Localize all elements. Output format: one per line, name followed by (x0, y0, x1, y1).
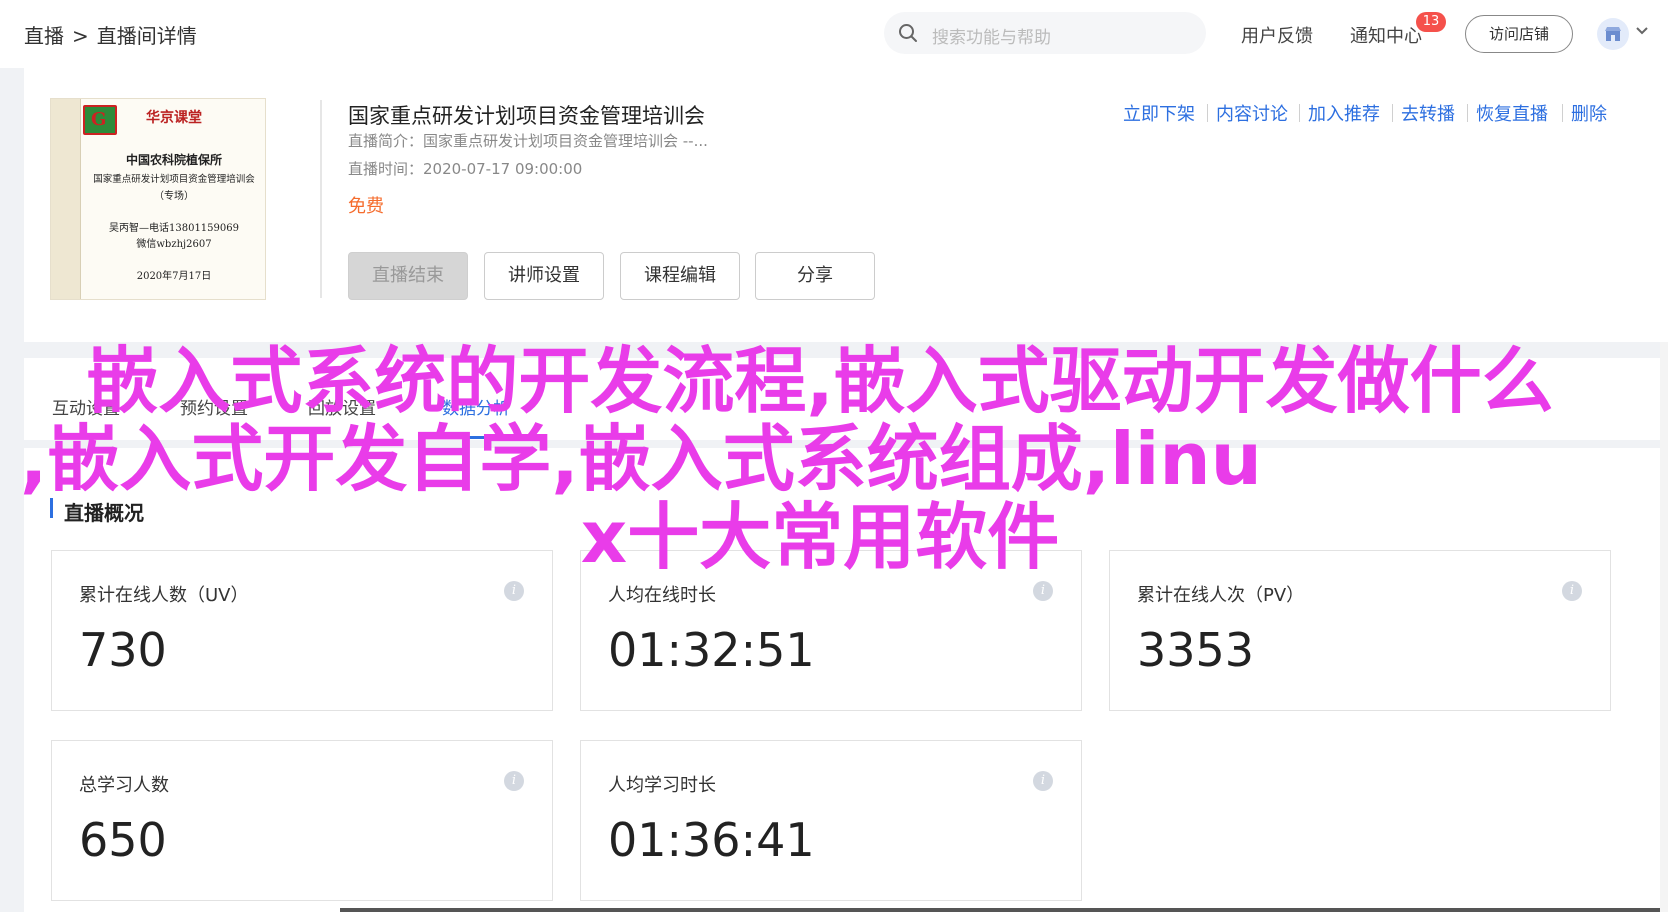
action-resume-live[interactable]: 恢复直播 (1476, 100, 1548, 126)
tab-bar (24, 358, 1660, 440)
course-intro: 直播简介：国家重点研发计划项目资金管理培训会 --... (348, 132, 708, 150)
action-divider (1299, 104, 1300, 122)
poster-brand: 华京课堂 (146, 110, 202, 126)
section-title: 直播概况 (64, 501, 144, 525)
breadcrumb-live[interactable]: 直播 (24, 24, 64, 48)
search-input[interactable]: 搜索功能与帮助 (884, 12, 1206, 54)
feedback-link[interactable]: 用户反馈 (1241, 22, 1313, 48)
action-divider (1562, 104, 1563, 122)
course-time: 直播时间：2020-07-17 09:00:00 (348, 160, 583, 178)
stat-label: 人均在线时长 (608, 585, 716, 606)
share-button[interactable]: 分享 (755, 252, 875, 300)
stat-card-total-learners: 总学习人数 i 650 (51, 740, 553, 901)
end-live-button[interactable]: 直播结束 (348, 252, 468, 300)
tab-booking-settings[interactable]: 预约设置 (180, 394, 248, 419)
stat-card-pv: 累计在线人次（PV） i 3353 (1109, 550, 1611, 711)
stat-card-avg-online-time: 人均在线时长 i 01:32:51 (580, 550, 1082, 711)
action-recommend[interactable]: 加入推荐 (1308, 100, 1380, 126)
info-icon[interactable]: i (504, 581, 524, 601)
course-title: 国家重点研发计划项目资金管理培训会 (348, 104, 705, 128)
notification-center-link[interactable]: 通知中心 (1350, 22, 1422, 48)
action-divider (1467, 104, 1468, 122)
stat-value: 01:36:41 (608, 813, 815, 867)
info-icon[interactable]: i (504, 771, 524, 791)
poster-divider (320, 100, 322, 298)
stat-value: 650 (79, 813, 167, 867)
tab-data-analysis[interactable]: 数据分析 (442, 394, 510, 419)
store-avatar[interactable] (1597, 18, 1629, 50)
info-icon[interactable]: i (1033, 771, 1053, 791)
breadcrumb-separator: > (72, 24, 89, 48)
stat-value: 730 (79, 623, 167, 677)
lecturer-settings-button[interactable]: 讲师设置 (484, 252, 604, 300)
action-divider (1392, 104, 1393, 122)
active-tab-indicator (437, 436, 517, 439)
stat-label: 人均学习时长 (608, 775, 716, 796)
search-icon (899, 24, 917, 42)
tab-playback-settings[interactable]: 回放设置 (308, 394, 376, 419)
action-divider (1207, 104, 1208, 122)
top-header: 直播 > 直播间详情 搜索功能与帮助 用户反馈 通知中心 13 访问店铺 (0, 0, 1668, 68)
bottom-edge (340, 908, 1660, 912)
course-edit-button[interactable]: 课程编辑 (620, 252, 740, 300)
store-icon (1605, 27, 1621, 41)
poster-binding (51, 99, 81, 299)
chevron-down-icon[interactable] (1635, 26, 1649, 36)
course-price: 免费 (348, 196, 384, 217)
notification-badge: 13 (1416, 12, 1446, 32)
poster-date: 2020年7月17日 (136, 271, 212, 282)
poster-contact: 吴丙智—电话13801159069 (109, 223, 239, 234)
course-poster: G 华京课堂 中国农科院植保所 国家重点研发计划项目资金管理培训会 （专场） 吴… (50, 98, 266, 300)
stat-value: 3353 (1137, 623, 1255, 677)
stat-value: 01:32:51 (608, 623, 815, 677)
stat-card-uv: 累计在线人数（UV） i 730 (51, 550, 553, 711)
action-delete[interactable]: 删除 (1571, 100, 1607, 126)
stat-label: 总学习人数 (79, 775, 169, 796)
poster-title: 国家重点研发计划项目资金管理培训会 (93, 174, 255, 185)
breadcrumb: 直播 > 直播间详情 (24, 20, 197, 49)
visit-store-button[interactable]: 访问店铺 (1465, 15, 1573, 53)
action-rebroadcast[interactable]: 去转播 (1401, 100, 1455, 126)
info-icon[interactable]: i (1033, 581, 1053, 601)
info-icon[interactable]: i (1562, 581, 1582, 601)
stat-label: 累计在线人次（PV） (1137, 585, 1305, 606)
section-title-bar (50, 498, 53, 518)
poster-org: 中国农科院植保所 (125, 153, 222, 167)
action-discussion[interactable]: 内容讨论 (1216, 100, 1288, 126)
poster-tag: （专场） (154, 191, 194, 202)
tab-interaction-settings[interactable]: 互动设置 (52, 394, 120, 419)
search-placeholder: 搜索功能与帮助 (932, 28, 1051, 48)
poster-wechat: 微信wbzhj2607 (136, 239, 212, 250)
stat-card-avg-learning-time: 人均学习时长 i 01:36:41 (580, 740, 1082, 901)
action-take-down[interactable]: 立即下架 (1123, 100, 1195, 126)
breadcrumb-current: 直播间详情 (96, 24, 197, 48)
stat-label: 累计在线人数（UV） (79, 585, 249, 606)
